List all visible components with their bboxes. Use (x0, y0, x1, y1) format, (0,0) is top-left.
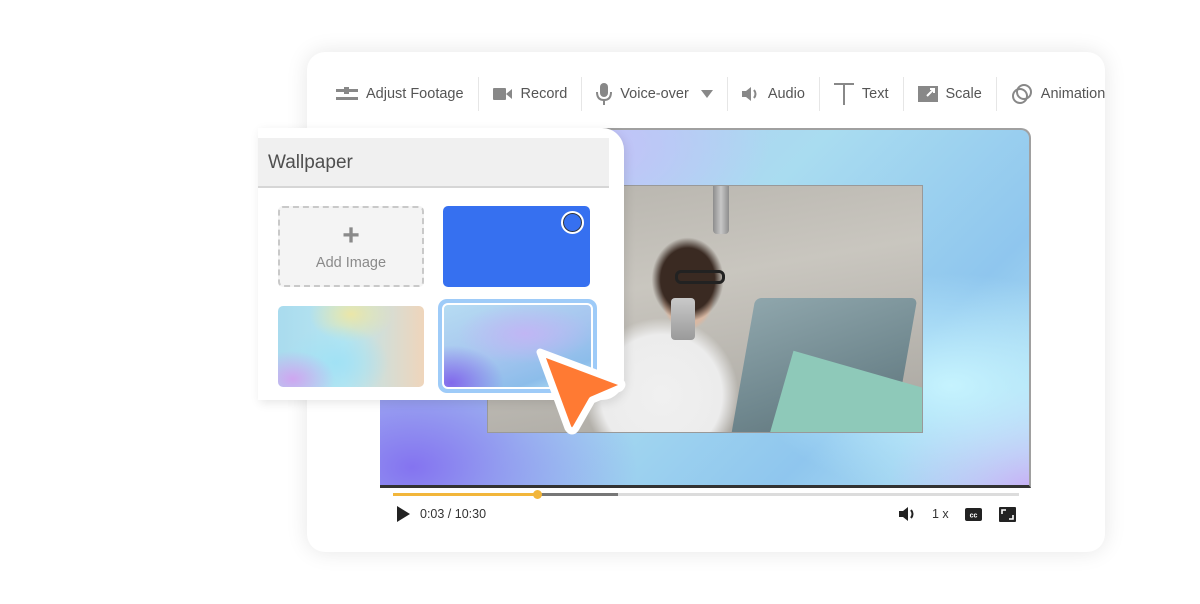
toolbar-scale[interactable]: Scale (904, 76, 996, 112)
photo-phone (671, 298, 695, 340)
playback-speed[interactable]: 1 x (932, 503, 949, 525)
time-readout: 0:03 / 10:30 (420, 507, 487, 521)
speed-label: 1 x (932, 507, 949, 521)
text-t-icon (833, 83, 854, 105)
add-image-button[interactable]: + Add Image (278, 206, 424, 287)
toolbar-label: Adjust Footage (366, 86, 464, 102)
svg-text:cc: cc (970, 512, 978, 519)
toolbar-record[interactable]: Record (479, 76, 582, 112)
seek-bar[interactable] (393, 490, 1019, 499)
toolbar-voice-over[interactable]: Voice-over (582, 76, 727, 112)
toolbar-audio[interactable]: Audio (728, 76, 819, 112)
player-controls: 0:03 / 10:30 1 x cc (393, 503, 1026, 525)
sliders-icon (336, 87, 358, 100)
toolbar-label: Audio (767, 86, 805, 102)
toolbar-label: Voice-over (620, 86, 689, 102)
seek-played (393, 493, 537, 496)
fullscreen-button[interactable] (999, 503, 1016, 525)
caret-down-icon (700, 90, 713, 98)
toolbar-adjust-footage[interactable]: Adjust Footage (330, 76, 478, 112)
overlapping-rings-icon (1011, 84, 1032, 104)
select-radio[interactable] (561, 211, 584, 234)
scale-arrow-icon (917, 86, 938, 102)
toolbar-animation[interactable]: Animation (997, 76, 1119, 112)
photo-glasses (675, 270, 725, 284)
captions-button[interactable]: cc (965, 503, 982, 525)
wallpaper-panel: Wallpaper + Add Image (258, 128, 624, 400)
photo-lamp (713, 186, 729, 234)
wallpaper-panel-header: Wallpaper (258, 138, 609, 188)
toolbar-label: Text (861, 86, 889, 102)
video-camera-icon (492, 88, 512, 100)
speaker-icon (741, 87, 757, 101)
play-button[interactable] (397, 503, 410, 525)
toolbar-label: Animation (1040, 86, 1106, 102)
volume-button[interactable] (899, 503, 917, 525)
wallpaper-tile-preview (442, 303, 593, 389)
fullscreen-icon (999, 506, 1016, 522)
play-icon (397, 506, 410, 522)
wallpaper-tile-purple-blue-gradient[interactable] (438, 299, 597, 393)
wallpaper-panel-title: Wallpaper (268, 152, 353, 173)
toolbar-label: Scale (945, 86, 982, 102)
toolbar-label: Record (520, 86, 568, 102)
microphone-icon (596, 83, 613, 105)
plus-icon: + (342, 218, 360, 252)
wallpaper-tile-pastel-gradient[interactable] (278, 306, 424, 387)
closed-captions-icon: cc (965, 507, 982, 521)
seek-handle[interactable] (532, 490, 542, 499)
wallpaper-tile-solid-blue[interactable] (443, 206, 590, 287)
editor-toolbar: Adjust Footage Record Voice-over Audio T… (330, 76, 1119, 112)
volume-icon (899, 507, 914, 521)
add-image-label: Add Image (315, 254, 387, 271)
toolbar-text[interactable]: Text (820, 76, 903, 112)
